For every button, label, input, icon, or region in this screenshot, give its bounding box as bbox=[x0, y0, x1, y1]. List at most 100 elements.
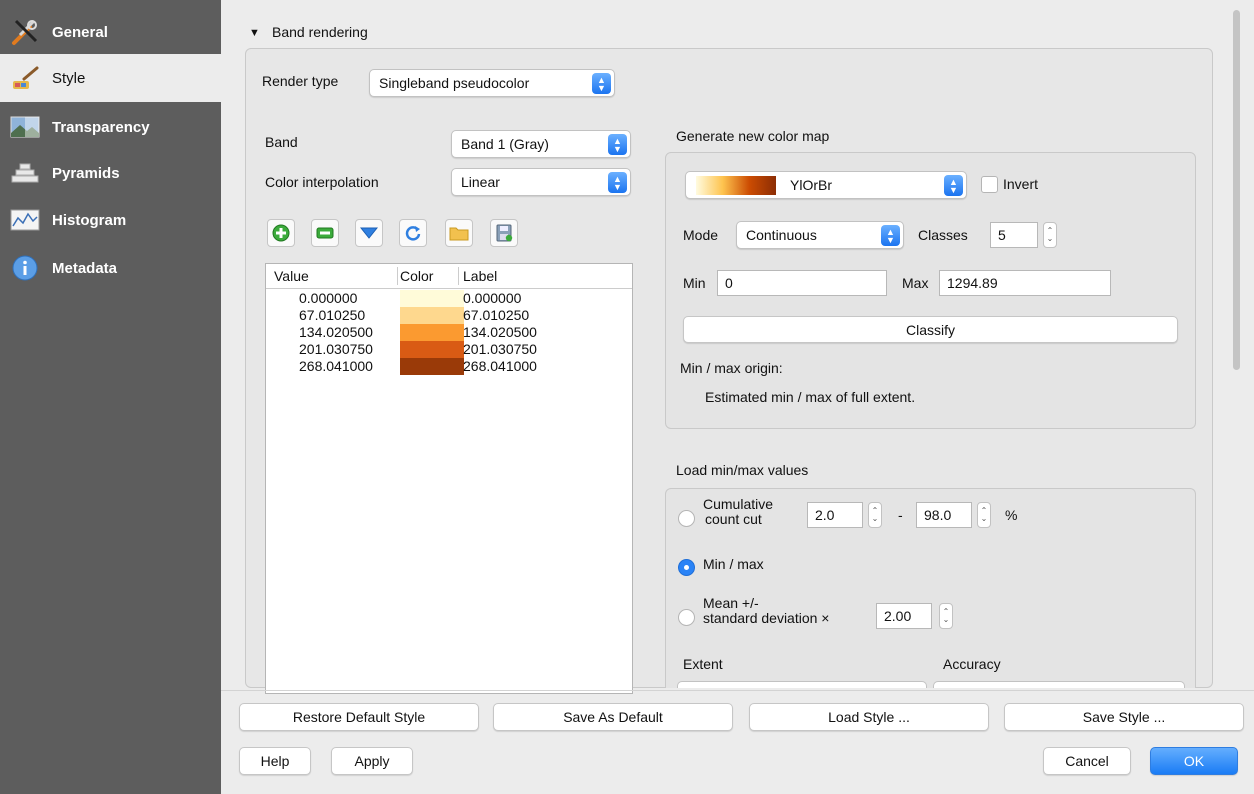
render-type-label: Render type bbox=[262, 73, 339, 89]
minmax-radio[interactable] bbox=[678, 559, 695, 576]
row-value: 134.020500 bbox=[299, 324, 373, 340]
color-map-table[interactable]: Value Color Label 0.000000 0.000000 67.0… bbox=[265, 263, 633, 694]
refresh-icon bbox=[405, 226, 421, 241]
row-value: 67.010250 bbox=[299, 307, 366, 323]
cumulative-low-input[interactable]: 2.0 bbox=[807, 502, 863, 528]
classes-stepper[interactable]: ⌃ ⌄ bbox=[1043, 222, 1057, 248]
sidebar-item-histogram[interactable]: Histogram bbox=[0, 196, 221, 244]
ok-button[interactable]: OK bbox=[1150, 747, 1238, 775]
scrollbar-thumb[interactable] bbox=[1233, 10, 1240, 370]
sort-button[interactable] bbox=[355, 219, 383, 247]
column-header-label[interactable]: Label bbox=[463, 264, 497, 288]
classes-label: Classes bbox=[918, 227, 968, 243]
stddev-radio[interactable] bbox=[678, 609, 695, 626]
cancel-button[interactable]: Cancel bbox=[1043, 747, 1131, 775]
max-input[interactable]: 1294.89 bbox=[939, 270, 1111, 296]
sidebar-item-label: Style bbox=[52, 69, 86, 87]
load-minmax-title: Load min/max values bbox=[676, 462, 809, 478]
sidebar-item-pyramids[interactable]: Pyramids bbox=[0, 149, 221, 197]
save-as-default-button[interactable]: Save As Default bbox=[493, 703, 733, 731]
restore-default-style-button[interactable]: Restore Default Style bbox=[239, 703, 479, 731]
min-input[interactable]: 0 bbox=[717, 270, 887, 296]
cumulative-cut-radio[interactable] bbox=[678, 510, 695, 527]
range-dash: - bbox=[898, 507, 903, 523]
apply-button[interactable]: Apply bbox=[331, 747, 413, 775]
row-value: 0.000000 bbox=[299, 290, 358, 306]
chevron-updown-icon: ▲ ▼ bbox=[608, 134, 627, 155]
sidebar-item-label: Metadata bbox=[52, 259, 118, 277]
load-style-button[interactable]: Load Style ... bbox=[749, 703, 989, 731]
mode-select[interactable]: Continuous ▲ ▼ bbox=[736, 221, 904, 249]
table-row[interactable]: 201.030750 201.030750 bbox=[266, 341, 632, 358]
sidebar-item-label: Pyramids bbox=[52, 164, 120, 182]
export-file-button[interactable] bbox=[490, 219, 518, 247]
invert-checkbox[interactable] bbox=[981, 176, 998, 193]
extent-select[interactable] bbox=[677, 681, 927, 688]
cumulative-cut-label: Cumulative count cut bbox=[703, 497, 773, 527]
extent-label: Extent bbox=[683, 656, 723, 672]
classify-button[interactable]: Classify bbox=[683, 316, 1178, 343]
color-swatch[interactable] bbox=[400, 324, 464, 341]
column-header-value[interactable]: Value bbox=[274, 264, 309, 288]
sidebar-item-metadata[interactable]: Metadata bbox=[0, 244, 221, 292]
sidebar-item-transparency[interactable]: Transparency bbox=[0, 103, 221, 151]
accuracy-label: Accuracy bbox=[943, 656, 1001, 672]
generate-group-title: Generate new color map bbox=[676, 128, 830, 144]
histogram-icon bbox=[8, 205, 42, 235]
collapse-triangle-icon[interactable]: ▼ bbox=[249, 27, 260, 39]
color-ramp-select[interactable]: YlOrBr ▲ ▼ bbox=[685, 171, 967, 199]
chevron-updown-icon: ▲ ▼ bbox=[944, 175, 963, 196]
band-value: Band 1 (Gray) bbox=[461, 136, 549, 152]
max-label: Max bbox=[902, 275, 929, 291]
column-header-color[interactable]: Color bbox=[400, 264, 433, 288]
row-label: 134.020500 bbox=[463, 324, 537, 340]
color-swatch[interactable] bbox=[400, 358, 464, 375]
color-ramp-name: YlOrBr bbox=[790, 177, 832, 193]
sidebar-item-label: Transparency bbox=[52, 118, 150, 136]
stddev-label-line1: Mean +/- bbox=[703, 595, 759, 611]
cumulative-high-stepper[interactable]: ⌃ ⌄ bbox=[977, 502, 991, 528]
band-select[interactable]: Band 1 (Gray) ▲ ▼ bbox=[451, 130, 631, 158]
load-file-button[interactable] bbox=[445, 219, 473, 247]
table-row[interactable]: 67.010250 67.010250 bbox=[266, 307, 632, 324]
footer-divider bbox=[221, 690, 1254, 691]
cumulative-high-input[interactable]: 98.0 bbox=[916, 502, 972, 528]
cumulative-label-line1: Cumulative bbox=[703, 496, 774, 512]
row-label: 0.000000 bbox=[463, 290, 522, 306]
table-row[interactable]: 134.020500 134.020500 bbox=[266, 324, 632, 341]
sidebar-item-general[interactable]: General bbox=[0, 8, 221, 56]
render-type-select[interactable]: Singleband pseudocolor ▲ ▼ bbox=[369, 69, 615, 97]
save-icon bbox=[496, 224, 513, 242]
add-icon bbox=[272, 224, 290, 242]
folder-icon bbox=[449, 227, 469, 241]
stddev-input[interactable]: 2.00 bbox=[876, 603, 932, 629]
down-arrow-icon bbox=[360, 227, 378, 239]
color-swatch[interactable] bbox=[400, 290, 464, 307]
min-label: Min bbox=[683, 275, 706, 291]
section-title[interactable]: Band rendering bbox=[272, 24, 368, 40]
sidebar-item-label: General bbox=[52, 23, 108, 41]
table-row[interactable]: 0.000000 0.000000 bbox=[266, 290, 632, 307]
help-button[interactable]: Help bbox=[239, 747, 311, 775]
remove-entry-button[interactable] bbox=[311, 219, 339, 247]
add-entry-button[interactable] bbox=[267, 219, 295, 247]
vertical-scrollbar[interactable] bbox=[1227, 10, 1247, 690]
classes-input[interactable]: 5 bbox=[990, 222, 1038, 248]
save-style-button[interactable]: Save Style ... bbox=[1004, 703, 1244, 731]
paintbrush-icon bbox=[8, 63, 42, 93]
stddev-label-line2: standard deviation × bbox=[703, 610, 830, 626]
sidebar-item-style[interactable]: Style bbox=[0, 54, 221, 102]
cumulative-low-stepper[interactable]: ⌃ ⌄ bbox=[868, 502, 882, 528]
tools-icon bbox=[8, 17, 42, 47]
load-from-band-button[interactable] bbox=[399, 219, 427, 247]
table-row[interactable]: 268.041000 268.041000 bbox=[266, 358, 632, 375]
header-divider bbox=[266, 288, 632, 289]
chevron-updown-icon: ▲ ▼ bbox=[881, 225, 900, 246]
color-swatch[interactable] bbox=[400, 307, 464, 324]
interpolation-value: Linear bbox=[461, 174, 500, 190]
interpolation-select[interactable]: Linear ▲ ▼ bbox=[451, 168, 631, 196]
accuracy-select[interactable] bbox=[933, 681, 1185, 688]
chevron-updown-icon: ▲ ▼ bbox=[608, 172, 627, 193]
color-swatch[interactable] bbox=[400, 341, 464, 358]
stddev-stepper[interactable]: ⌃ ⌄ bbox=[939, 603, 953, 629]
